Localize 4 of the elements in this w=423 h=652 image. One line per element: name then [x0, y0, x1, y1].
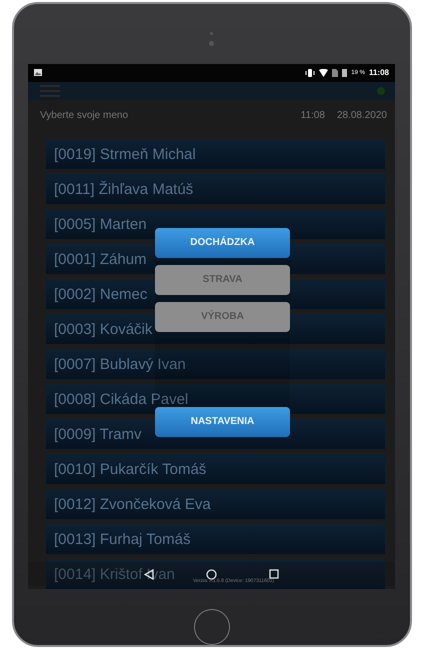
clock: 11:08 [368, 68, 389, 78]
current-time: 11:08 [300, 110, 325, 123]
current-date: 28.08.2020 [336, 110, 387, 123]
select-name-prompt: Vyberte svoje meno [40, 110, 128, 123]
